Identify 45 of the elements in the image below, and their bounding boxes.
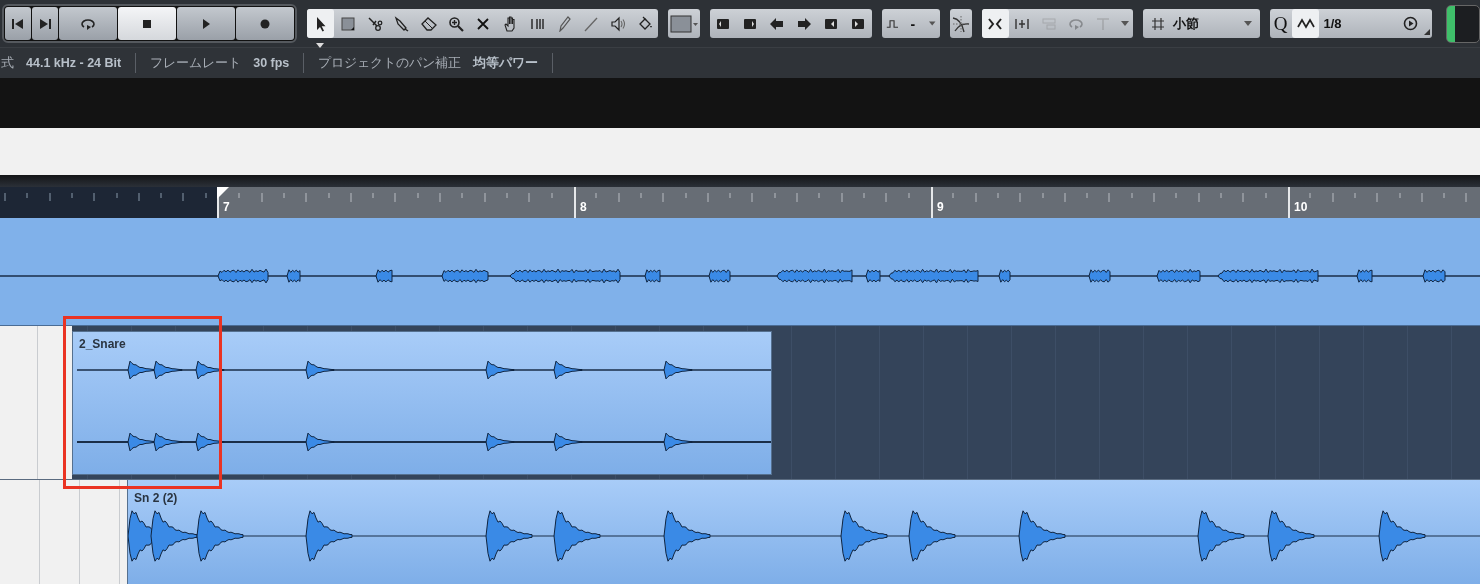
info-value: 30 fps <box>253 56 290 70</box>
hand-icon <box>501 15 518 32</box>
crossfade-button[interactable] <box>949 9 972 38</box>
transport-button[interactable] <box>32 7 58 40</box>
color-dropdown[interactable] <box>668 9 700 38</box>
info-value: 均等パワー <box>473 54 539 72</box>
bar-number: 8 <box>580 200 587 214</box>
info-label: プロジェクトのパン補正 <box>318 54 462 72</box>
caret-icon <box>1120 21 1129 26</box>
bar-number: 9 <box>937 200 944 214</box>
scissors-icon <box>366 15 383 32</box>
corner-icon <box>1424 29 1431 35</box>
eraser-icon <box>420 15 437 32</box>
fade-dropdown[interactable]: - <box>881 9 940 38</box>
color-swatch-icon <box>669 14 698 33</box>
apply-icon <box>1403 16 1419 31</box>
snap-type-dropdown[interactable]: 小節 <box>1142 9 1260 38</box>
level-meter <box>1446 4 1480 43</box>
crossfade-icon <box>951 14 970 33</box>
info-label: フレームレート <box>150 54 242 72</box>
range-select-icon <box>339 15 356 32</box>
info-label: 式 <box>1 54 14 72</box>
caret-icon <box>929 21 936 26</box>
iterative-quantize-button[interactable] <box>1292 9 1320 38</box>
caret-icon <box>1243 21 1252 26</box>
quantize-dropdown[interactable]: 1/8 <box>1319 9 1433 38</box>
zoom-icon <box>447 15 464 32</box>
transport-button[interactable] <box>5 7 31 40</box>
t-marker-icon <box>1095 15 1112 32</box>
snap-toggle[interactable] <box>981 9 1009 38</box>
transport-button[interactable] <box>118 7 176 40</box>
bar-number: 7 <box>223 200 230 214</box>
quantize-label[interactable]: Q <box>1269 12 1293 35</box>
glue-tube-icon <box>393 15 410 32</box>
shuffle-icon <box>1041 15 1058 32</box>
event-name: Sn 2 (2) <box>134 491 178 505</box>
x-mark-icon <box>474 15 491 32</box>
speaker-icon <box>609 15 626 32</box>
line-icon <box>582 15 599 32</box>
event-name: 2_Snare <box>79 337 126 351</box>
grid-icon <box>1150 16 1165 31</box>
right-arrow-icon <box>796 15 813 32</box>
bar-number: 10 <box>1294 200 1308 214</box>
info-value: 44.1 kHz - 24 Bit <box>26 56 122 70</box>
transport-button[interactable] <box>236 7 294 40</box>
